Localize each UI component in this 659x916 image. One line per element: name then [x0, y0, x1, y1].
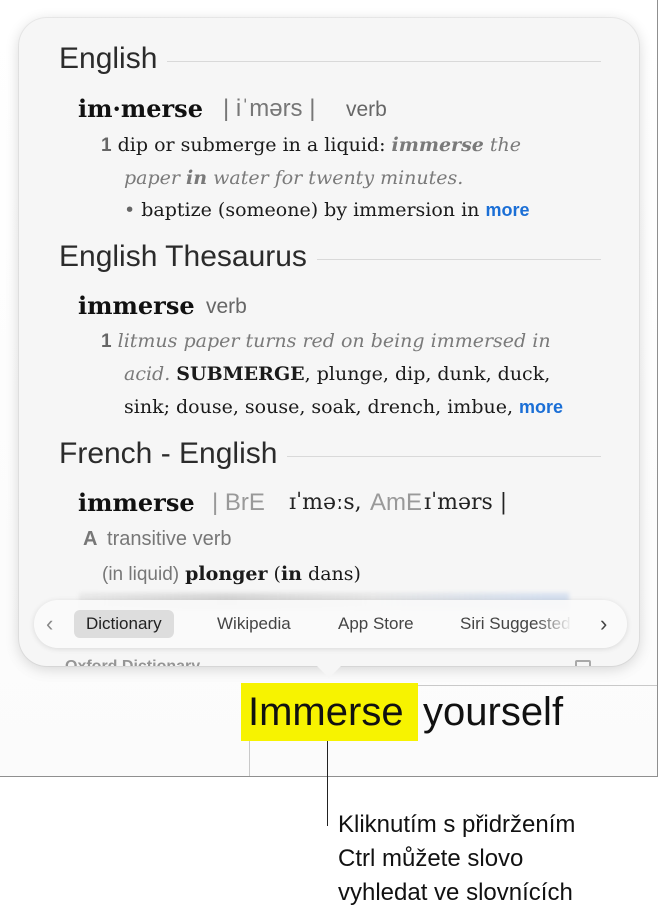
translation-line: (in liquid) plonger (in dans): [102, 563, 361, 586]
section-title: French - English: [59, 437, 278, 470]
pronunciation: ɪˈməːs,: [289, 490, 362, 515]
synonyms: sink; douse, souse, soak, drench, imbue,: [124, 396, 513, 418]
callout-line-2: Ctrl můžete slovo: [338, 845, 524, 872]
example-keyword: immerse: [391, 134, 484, 156]
chevron-right-icon[interactable]: ›: [600, 610, 607, 638]
more-link[interactable]: more: [519, 397, 563, 417]
callout-line: [327, 741, 328, 826]
definition: dip or submerge in a liquid: [117, 134, 380, 156]
pronunciation: ɪˈmərs |: [424, 490, 508, 515]
headword: immerse: [78, 488, 195, 517]
source-tab-bar: ‹ Dictionary Wikipedia App Store Siri Su…: [34, 600, 627, 648]
example-text: acid.: [124, 363, 171, 385]
translation: plonger: [185, 563, 268, 585]
definition-line: 1 dip or submerge in a liquid: immerse t…: [101, 134, 521, 157]
tab-dictionary[interactable]: Dictionary: [74, 610, 174, 638]
open-app-icon[interactable]: [575, 660, 591, 666]
part-of-speech: verb: [346, 98, 387, 121]
part-of-speech: verb: [206, 295, 247, 318]
tab-app-store[interactable]: App Store: [326, 610, 426, 638]
section-title: English Thesaurus: [59, 240, 307, 273]
example-text: water for twenty minutes.: [207, 167, 464, 189]
example-line: paper in water for twenty minutes.: [124, 167, 463, 189]
document-text[interactable]: yourself: [423, 686, 563, 738]
sense-number: 1: [101, 135, 112, 156]
colon: :: [379, 134, 386, 156]
example-line: 1 litmus paper turns red on being immers…: [101, 330, 551, 353]
grammar-letter: A: [83, 528, 98, 550]
chevron-left-icon[interactable]: ‹: [46, 610, 53, 638]
tab-siri-suggested[interactable]: Siri Suggested: [448, 610, 572, 638]
context-label: (in liquid): [102, 564, 180, 585]
example-keyword: in: [186, 167, 208, 189]
lookup-popover: English im·merse | iˈmərs | verb 1 dip o…: [19, 18, 639, 666]
headword: im·merse: [78, 94, 203, 123]
headword: immerse: [78, 291, 195, 320]
divider: [316, 258, 601, 260]
example-text: litmus paper turns red on being immersed…: [117, 330, 551, 352]
section-thesaurus-heading: English Thesaurus: [59, 240, 601, 274]
text-field-border: [249, 740, 250, 776]
divider: [287, 455, 601, 457]
pronunciation-label: | BrE: [212, 489, 265, 516]
subsense: baptize (someone) by immersion in: [141, 199, 480, 221]
translation-note: dans): [302, 563, 361, 585]
subsense-line: • baptize (someone) by immersion in more: [124, 199, 529, 221]
grammar-line: A transitive verb: [83, 528, 232, 551]
callout-line-3: vyhledat ve slovnících: [338, 879, 573, 906]
pronunciation-label: AmE: [370, 489, 423, 516]
pronunciation: | iˈmərs |: [223, 95, 316, 122]
next-section-peek: Oxford Dictionary: [65, 658, 200, 666]
more-link[interactable]: more: [485, 200, 529, 220]
example-text: the: [483, 134, 522, 156]
callout-text: Kliknutím s přidržením Ctrl můžete slovo…: [338, 808, 575, 910]
divider: [167, 60, 601, 62]
primary-synonym: SUBMERGE: [176, 363, 305, 385]
translation-note: (: [267, 563, 281, 585]
popover-arrow: [315, 664, 343, 678]
translation-note: in: [280, 563, 303, 585]
synonyms: , plunge, dip, dunk, duck,: [304, 363, 551, 385]
bullet: •: [124, 199, 136, 221]
sense-number: 1: [101, 331, 112, 352]
callout-line-1: Kliknutím s přidržením: [338, 811, 576, 838]
selected-word[interactable]: Immerse: [248, 686, 404, 738]
synonyms-line: sink; douse, souse, soak, drench, imbue,…: [124, 396, 563, 418]
section-title: English: [59, 42, 158, 75]
section-english-heading: English: [59, 42, 601, 76]
synonyms-line: acid. SUBMERGE, plunge, dip, dunk, duck,: [124, 363, 550, 385]
example-text: paper: [124, 167, 187, 189]
section-french-heading: French - English: [59, 437, 601, 471]
grammar-label: transitive verb: [107, 528, 232, 550]
tab-wikipedia[interactable]: Wikipedia: [205, 610, 303, 638]
